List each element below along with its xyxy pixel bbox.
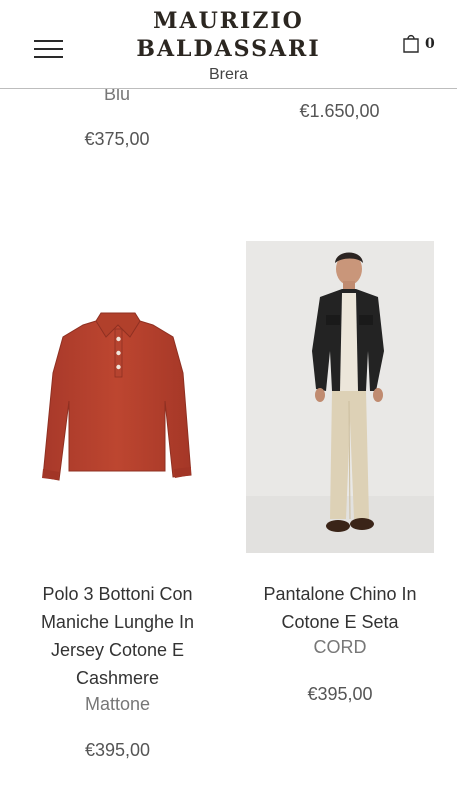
site-header: MAURIZIO BALDASSARI Brera 0	[0, 0, 457, 89]
product-color: CORD	[313, 637, 367, 657]
product-price: €375,00	[84, 129, 150, 149]
product-image-polo[interactable]	[25, 241, 211, 553]
product-price: €1.650,00	[299, 101, 380, 121]
polo-shirt-illustration	[42, 312, 192, 481]
product-title-polo[interactable]: Polo 3 Bottoni Con Maniche Lunghe In Jer…	[20, 580, 215, 692]
brand-logo-line1[interactable]: MAURIZIO	[0, 10, 457, 32]
product-title-chino[interactable]: Pantalone Chino In Cotone E Seta	[240, 580, 440, 636]
shopping-bag-icon	[403, 34, 419, 53]
product-color: Mattone	[84, 694, 151, 714]
cart-button[interactable]: 0	[401, 33, 441, 55]
product-image-chino[interactable]	[246, 241, 434, 553]
product-price: €395,00	[307, 684, 373, 704]
model-photo-illustration	[246, 241, 434, 553]
brand-logo-line2[interactable]: BALDASSARI	[0, 38, 457, 60]
brand-subtitle: Brera	[208, 66, 249, 83]
product-price: €395,00	[84, 740, 151, 760]
cart-count: 0	[425, 36, 435, 52]
